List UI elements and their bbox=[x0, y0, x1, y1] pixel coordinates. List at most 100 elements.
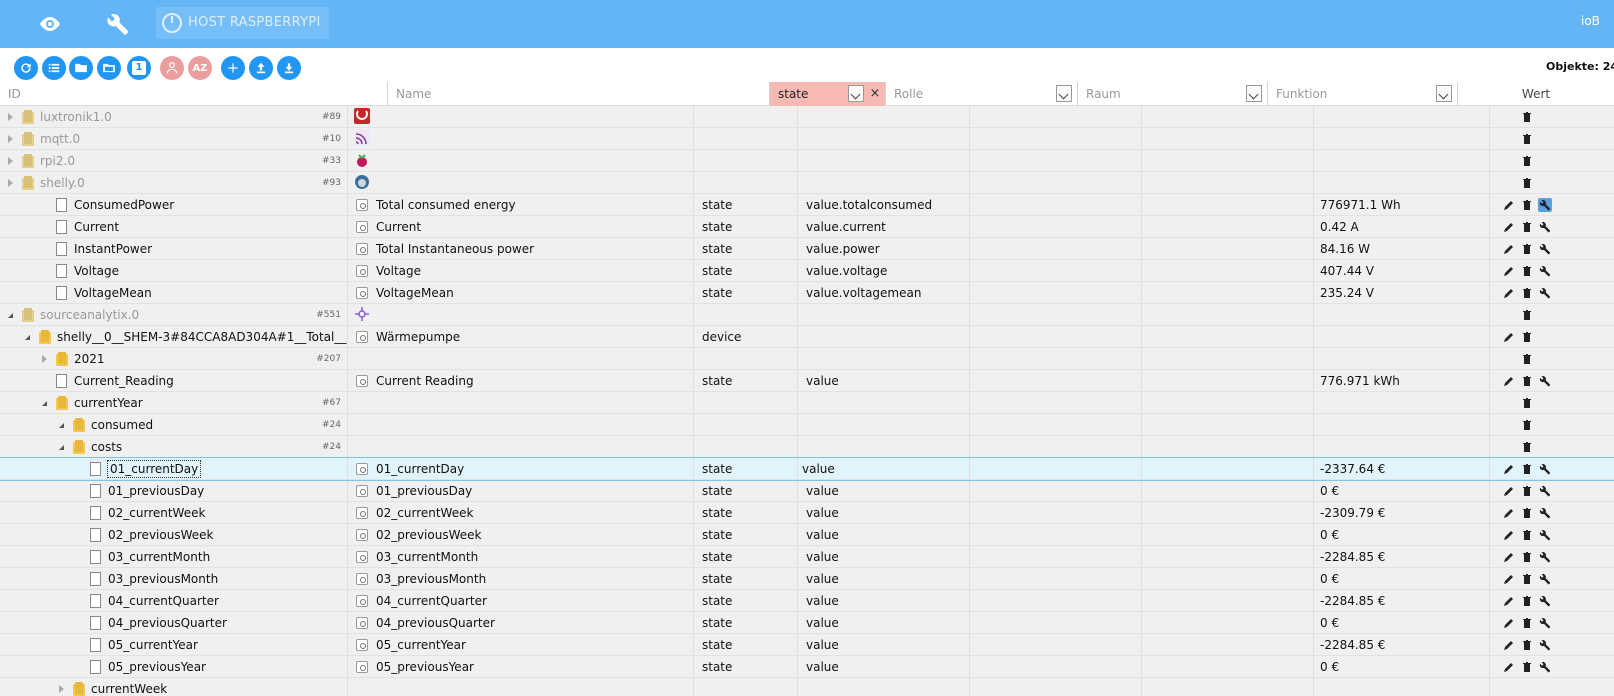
table-row[interactable]: 03_currentMonth 03_currentMonth state value… bbox=[0, 546, 1614, 568]
pencil-icon[interactable] bbox=[1502, 550, 1516, 564]
value-cell[interactable]: -2284.85 € bbox=[1314, 546, 1490, 568]
table-row[interactable]: Current Current state value.current 0.42 A bbox=[0, 216, 1614, 238]
trash-icon[interactable] bbox=[1520, 110, 1534, 124]
table-row[interactable]: currentWeek bbox=[0, 678, 1614, 696]
collapsed-arrow-icon[interactable] bbox=[59, 685, 64, 693]
table-row[interactable]: 04_currentQuarter 04_currentQuarter state v… bbox=[0, 590, 1614, 612]
collapsed-arrow-icon[interactable] bbox=[42, 355, 47, 363]
trash-icon[interactable] bbox=[1520, 198, 1534, 212]
wrench-icon[interactable] bbox=[1538, 506, 1552, 520]
table-row[interactable]: rpi2.0 #33 bbox=[0, 150, 1614, 172]
expanded-arrow-icon[interactable] bbox=[59, 445, 64, 450]
wrench-icon[interactable] bbox=[1538, 572, 1552, 586]
trash-icon[interactable] bbox=[1520, 440, 1534, 454]
name-filter[interactable]: Name bbox=[388, 82, 770, 106]
value-cell[interactable]: 0 € bbox=[1314, 480, 1490, 502]
wrench-icon[interactable] bbox=[1538, 286, 1552, 300]
trash-icon[interactable] bbox=[1520, 396, 1534, 410]
trash-icon[interactable] bbox=[1520, 506, 1534, 520]
table-row[interactable]: VoltageMean VoltageMean state value.voltage… bbox=[0, 282, 1614, 304]
id-filter[interactable]: ID bbox=[0, 82, 388, 106]
trash-icon[interactable] bbox=[1520, 176, 1534, 190]
collapse-folders-button[interactable] bbox=[69, 56, 93, 80]
trash-icon[interactable] bbox=[1520, 462, 1534, 476]
wrench-icon[interactable] bbox=[1538, 220, 1552, 234]
table-row[interactable]: 05_currentYear 05_currentYear state value -2… bbox=[0, 634, 1614, 656]
pencil-icon[interactable] bbox=[1502, 528, 1516, 542]
pencil-icon[interactable] bbox=[1502, 616, 1516, 630]
value-cell[interactable] bbox=[1314, 326, 1490, 348]
role-filter[interactable]: Rolle bbox=[886, 82, 1078, 106]
value-cell[interactable]: 407.44 V bbox=[1314, 260, 1490, 282]
pencil-icon[interactable] bbox=[1502, 330, 1516, 344]
table-row[interactable]: InstantPower Total Instantaneous power sta… bbox=[0, 238, 1614, 260]
value-cell[interactable] bbox=[1314, 304, 1490, 326]
table-row[interactable]: shelly__0__SHEM-3#84CCA8AD304A#1__Total_… bbox=[0, 326, 1614, 348]
value-cell[interactable] bbox=[1314, 392, 1490, 414]
value-cell[interactable]: -2284.85 € bbox=[1314, 590, 1490, 612]
value-cell[interactable]: 0 € bbox=[1314, 612, 1490, 634]
value-cell[interactable]: 776.971 kWh bbox=[1314, 370, 1490, 392]
trash-icon[interactable] bbox=[1520, 550, 1534, 564]
trash-icon[interactable] bbox=[1520, 352, 1534, 366]
trash-icon[interactable] bbox=[1520, 616, 1534, 630]
room-filter[interactable]: Raum bbox=[1078, 82, 1268, 106]
sort-az-button[interactable]: AZ bbox=[188, 56, 212, 80]
value-cell[interactable] bbox=[1314, 172, 1490, 194]
upload-button[interactable] bbox=[249, 56, 273, 80]
value-cell[interactable]: -2337.64 € bbox=[1314, 458, 1490, 480]
wrench-icon[interactable] bbox=[1538, 594, 1552, 608]
list-view-button[interactable] bbox=[42, 56, 66, 80]
table-row[interactable]: consumed #24 bbox=[0, 414, 1614, 436]
pencil-icon[interactable] bbox=[1502, 484, 1516, 498]
person-filter-button[interactable] bbox=[160, 56, 184, 80]
table-row[interactable]: costs #24 bbox=[0, 436, 1614, 458]
chevron-down-icon[interactable] bbox=[1056, 85, 1072, 102]
value-cell[interactable] bbox=[1314, 678, 1490, 696]
value-cell[interactable]: 0.42 A bbox=[1314, 216, 1490, 238]
wrench-icon[interactable] bbox=[1538, 616, 1552, 630]
chevron-down-icon[interactable] bbox=[1436, 85, 1452, 102]
wrench-icon[interactable] bbox=[1538, 374, 1552, 388]
add-button[interactable] bbox=[221, 56, 245, 80]
value-cell[interactable]: 776971.1 Wh bbox=[1314, 194, 1490, 216]
pencil-icon[interactable] bbox=[1502, 286, 1516, 300]
pencil-icon[interactable] bbox=[1502, 264, 1516, 278]
trash-icon[interactable] bbox=[1520, 220, 1534, 234]
table-row[interactable]: 05_previousYear 05_previousYear state value… bbox=[0, 656, 1614, 678]
expanded-arrow-icon[interactable] bbox=[42, 401, 47, 406]
value-cell[interactable] bbox=[1314, 150, 1490, 172]
table-row[interactable]: ConsumedPower Total consumed energy state v… bbox=[0, 194, 1614, 216]
table-row[interactable]: 03_previousMonth 03_previousMonth state val… bbox=[0, 568, 1614, 590]
trash-icon[interactable] bbox=[1520, 418, 1534, 432]
function-filter[interactable]: Funktion bbox=[1268, 82, 1458, 106]
table-row[interactable]: shelly.0 #93 bbox=[0, 172, 1614, 194]
pencil-icon[interactable] bbox=[1502, 660, 1516, 674]
pencil-icon[interactable] bbox=[1502, 638, 1516, 652]
pencil-icon[interactable] bbox=[1502, 242, 1516, 256]
trash-icon[interactable] bbox=[1520, 638, 1534, 652]
type-filter[interactable]: state × bbox=[770, 82, 886, 106]
table-row[interactable]: 02_previousWeek 02_previousWeek state value… bbox=[0, 524, 1614, 546]
value-cell[interactable]: 0 € bbox=[1314, 524, 1490, 546]
table-row[interactable]: 2021 #207 bbox=[0, 348, 1614, 370]
trash-icon[interactable] bbox=[1520, 660, 1534, 674]
collapsed-arrow-icon[interactable] bbox=[8, 113, 13, 121]
value-cell[interactable] bbox=[1314, 106, 1490, 128]
collapsed-arrow-icon[interactable] bbox=[8, 157, 13, 165]
value-cell[interactable]: 84.16 W bbox=[1314, 238, 1490, 260]
value-cell[interactable] bbox=[1314, 128, 1490, 150]
value-cell[interactable]: 0 € bbox=[1314, 656, 1490, 678]
table-row[interactable]: Current_Reading Current Reading state value… bbox=[0, 370, 1614, 392]
value-cell[interactable] bbox=[1314, 436, 1490, 458]
pencil-icon[interactable] bbox=[1502, 374, 1516, 388]
trash-icon[interactable] bbox=[1520, 594, 1534, 608]
trash-icon[interactable] bbox=[1520, 132, 1534, 146]
wrench-icon[interactable] bbox=[1538, 528, 1552, 542]
chevron-down-icon[interactable] bbox=[848, 85, 864, 102]
trash-icon[interactable] bbox=[1520, 242, 1534, 256]
value-cell[interactable]: -2309.79 € bbox=[1314, 502, 1490, 524]
value-cell[interactable]: -2284.85 € bbox=[1314, 634, 1490, 656]
expand-folders-button[interactable] bbox=[97, 56, 121, 80]
value-cell[interactable] bbox=[1314, 348, 1490, 370]
